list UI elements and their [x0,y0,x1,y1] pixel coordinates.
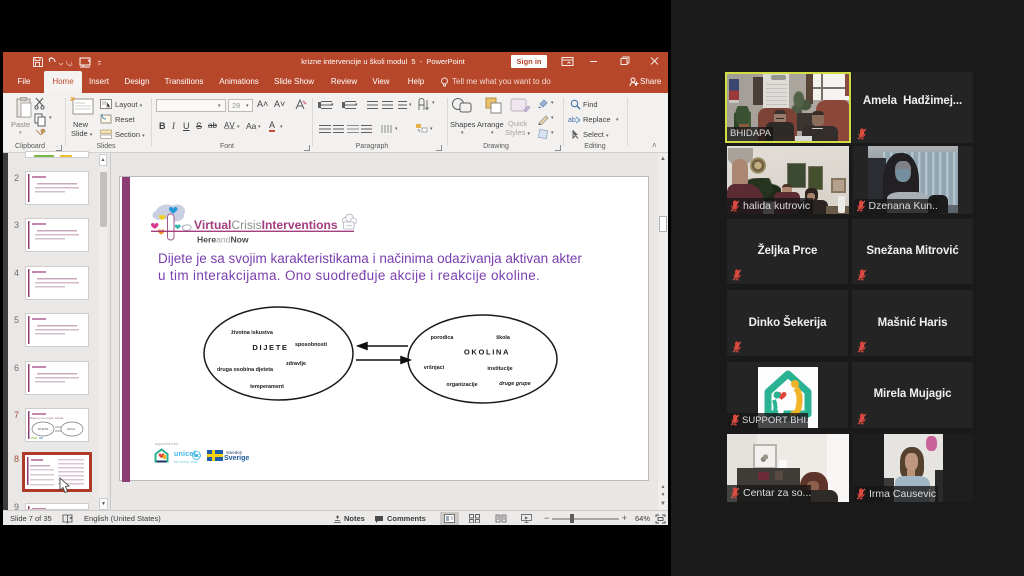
svg-text:temperament: temperament [250,384,284,390]
svg-text:sposobnosti: sposobnosti [295,342,328,348]
svg-text:DIJETE: DIJETE [38,427,48,431]
svg-text:ab: ab [568,117,576,124]
svg-text:vršnjaci: vršnjaci [424,365,445,371]
svg-text:zdravlje: zdravlje [286,361,306,367]
svg-text:škola: škola [496,335,511,341]
svg-text:HereandNow: HereandNow [197,235,249,245]
svg-text:organizacije: organizacije [446,382,477,388]
svg-text:druga osobina djeteta: druga osobina djeteta [217,367,274,373]
svg-text:institucije: institucije [487,366,512,372]
svg-text:druge grupe: druge grupe [499,381,530,387]
svg-text:OKOLINA: OKOLINA [464,348,510,357]
svg-text:VirtualCrisisInterventions: VirtualCrisisInterventions [194,218,338,232]
svg-text:OKOL.: OKOL. [67,427,76,431]
svg-text:DIJETE: DIJETE [252,343,288,352]
svg-text:porodica: porodica [431,335,455,341]
svg-text:Dijete je sa svojim karakt.: Dijete je sa svojim karakt. [30,416,64,420]
svg-text:životna iskustva: životna iskustva [231,330,274,336]
